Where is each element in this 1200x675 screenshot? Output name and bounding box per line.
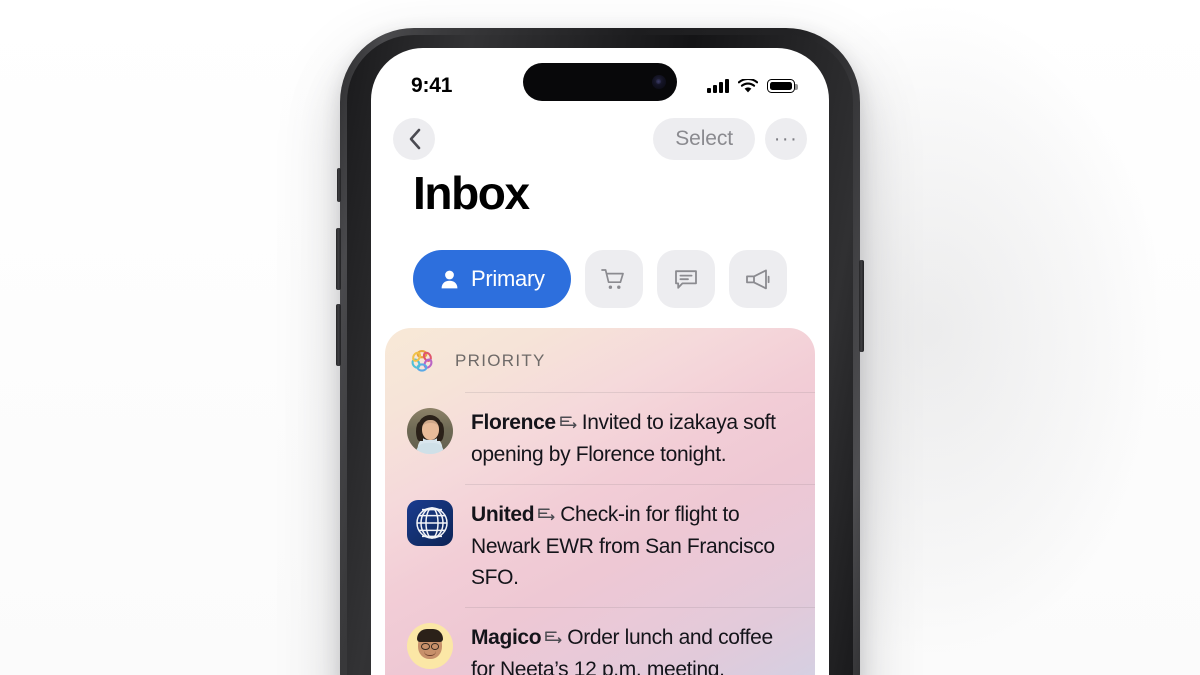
chat-bubble-icon [674,269,697,289]
status-indicators [707,78,798,94]
summary-arrow-icon [537,500,556,531]
volume-up-button[interactable] [336,228,341,290]
mail-row-text: United Check-in for flight to Newark EWR… [471,498,793,593]
tab-promotions[interactable] [728,250,787,308]
priority-mail-card: PRIORITY Florence Invited to izakaya sof… [385,328,815,675]
volume-down-button[interactable] [336,304,341,366]
tab-shopping[interactable] [584,250,643,308]
memoji-avatar-magico [407,623,453,669]
person-icon [441,270,458,288]
summary-arrow-icon [559,408,578,439]
page-title: Inbox [413,167,530,219]
table-row[interactable]: Magico Order lunch and coffee for Neeta’… [385,607,815,675]
front-camera-icon [652,75,666,89]
table-row[interactable]: Florence Invited to izakaya soft opening… [385,392,815,484]
table-row[interactable]: United Check-in for flight to Newark EWR… [385,484,815,607]
tab-primary-label: Primary [471,266,545,291]
more-options-button[interactable]: ··· [765,118,807,160]
wifi-icon [738,78,758,92]
tab-updates[interactable] [656,250,715,308]
phone-screen: 9:41 Select ··· Inbox Primary PRIORITY F… [371,48,829,675]
photo-avatar-florence [407,408,453,454]
tab-primary[interactable]: Primary [413,250,571,308]
select-button[interactable]: Select [653,118,755,160]
mail-row-text: Magico Order lunch and coffee for Neeta’… [471,621,793,675]
priority-section-header: PRIORITY [385,328,815,392]
mail-row-text: Florence Invited to izakaya soft opening… [471,406,793,470]
battery-full-icon [767,79,798,93]
megaphone-icon [745,269,770,289]
back-button[interactable] [393,118,435,160]
united-airlines-logo [407,500,453,546]
summary-arrow-icon [544,623,563,654]
mail-sender: United [471,503,535,526]
priority-label: PRIORITY [455,351,546,370]
apple-intelligence-icon [411,350,433,372]
mail-sender: Florence [471,411,556,434]
shopping-cart-icon [601,268,625,289]
iphone-device-frame: 9:41 Select ··· Inbox Primary PRIORITY F… [336,28,864,675]
mail-sender: Magico [471,626,542,649]
power-button[interactable] [859,260,864,352]
dynamic-island[interactable] [523,63,677,101]
ellipsis-icon: ··· [773,128,799,150]
silent-switch[interactable] [337,168,341,202]
category-tab-bar: Primary [413,250,829,308]
nav-actions: Select ··· [653,118,807,160]
status-time: 9:41 [411,74,453,97]
cellular-signal-icon [707,79,729,93]
chevron-left-icon [409,128,420,150]
navigation-bar: Select ··· [371,108,829,170]
